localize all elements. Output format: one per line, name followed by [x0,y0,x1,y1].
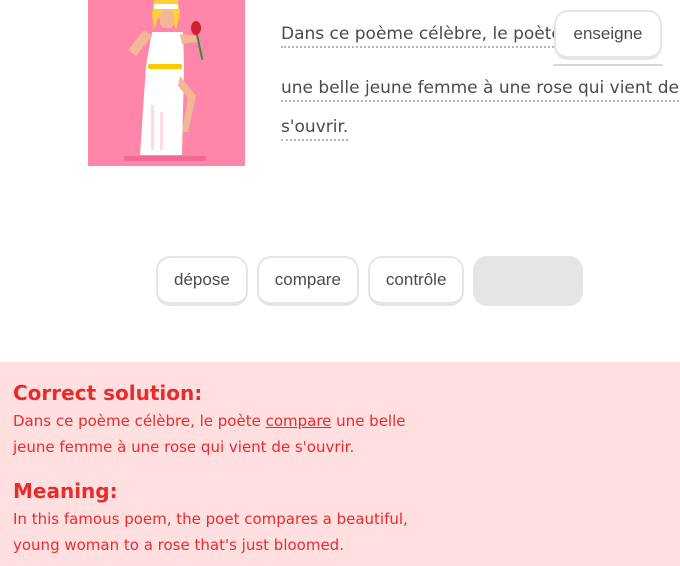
meaning-heading: Meaning: [13,479,118,503]
solution-highlighted-word: compare [265,412,332,430]
exercise-page: Dans ce poème célèbre, le poète enseigne… [0,0,680,566]
sentence-line-3: s'ouvrir. [281,117,349,141]
sentence-line-3-text[interactable]: s'ouvrir. [281,117,349,141]
feedback-panel: Correct solution: Dans ce poème célèbre,… [0,362,680,566]
meaning-text: In this famous poem, the poet compares a… [13,506,413,558]
woman-with-rose-illustration [88,0,245,166]
word-chip-depose[interactable]: dépose [156,256,248,306]
meaning-line-2: young woman to a rose that's just bloome… [13,536,344,554]
sentence-line-2-text[interactable]: une belle jeune femme à une rose qui vie… [281,78,679,102]
correct-solution-text: Dans ce poème célèbre, le poète compare … [13,408,413,460]
word-bank: dépose compare contrôle [156,256,584,306]
correct-solution-heading: Correct solution: [13,381,203,405]
solution-text-before: Dans ce poème célèbre, le poète [13,412,266,430]
meaning-line-1: In this famous poem, the poet compares a… [13,510,408,528]
word-chip-compare[interactable]: compare [256,256,359,306]
woman-holding-rose-icon [124,0,206,161]
solution-text-after: une belle [331,412,406,430]
sentence-part-before[interactable]: Dans ce poème célèbre, le poète [281,24,562,48]
sentence-line-2: une belle jeune femme à une rose qui vie… [281,78,679,102]
placed-word-chip[interactable]: enseigne [554,10,662,60]
word-chip-empty-slot [473,256,584,306]
word-chip-controle[interactable]: contrôle [367,256,465,306]
solution-text-line-2: jeune femme à une rose qui vient de s'ou… [13,438,355,456]
sentence-line-1: Dans ce poème célèbre, le poète [281,24,562,48]
